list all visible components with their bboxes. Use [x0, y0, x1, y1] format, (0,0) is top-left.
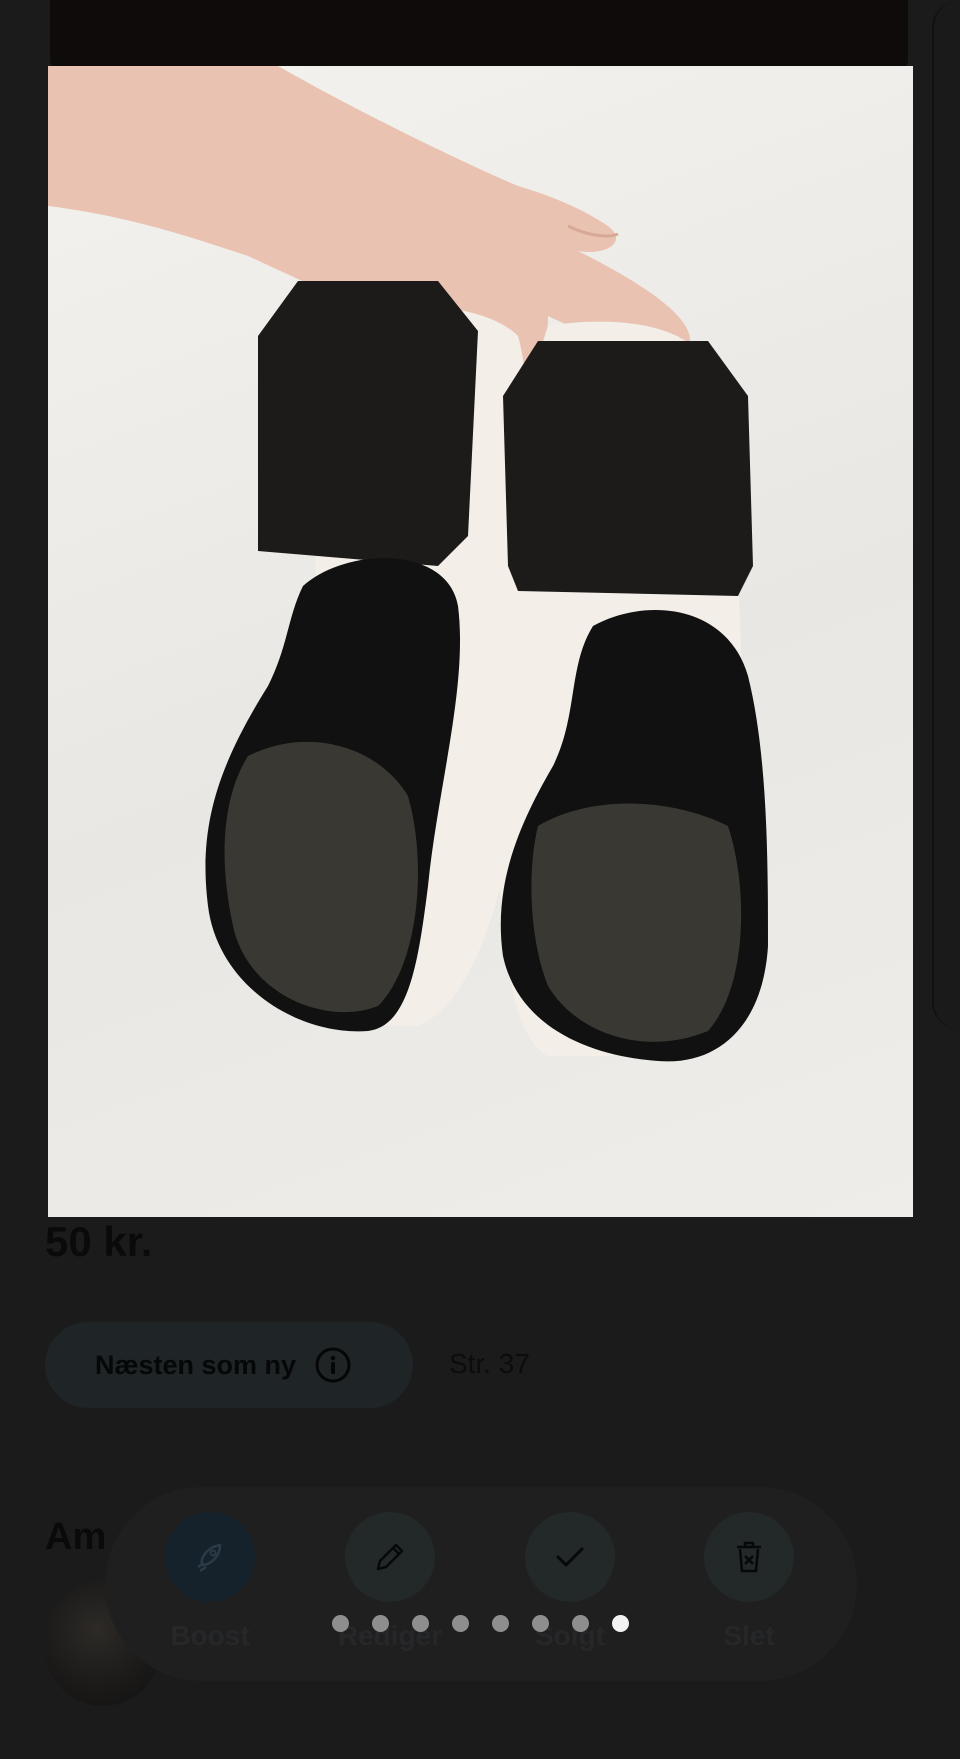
carousel-dot[interactable]: [492, 1615, 509, 1632]
condition-label: Næsten som ny: [95, 1349, 297, 1380]
carousel-dot[interactable]: [532, 1615, 549, 1632]
carousel-dot[interactable]: [372, 1615, 389, 1632]
carousel-dot[interactable]: [572, 1615, 589, 1632]
check-icon: [556, 1547, 584, 1567]
edit-button[interactable]: [345, 1512, 435, 1602]
carousel-indicator: [332, 1615, 629, 1632]
carousel-dot[interactable]: [452, 1615, 469, 1632]
info-icon[interactable]: [314, 1346, 352, 1384]
pencil-icon: [376, 1543, 404, 1571]
boost-button[interactable]: [165, 1512, 255, 1602]
price: 50 kr.: [45, 1218, 153, 1265]
delete-label: Slet: [723, 1620, 775, 1651]
trash-icon: [737, 1541, 761, 1573]
next-card-edge: [932, 0, 960, 1030]
size-label: Str. 37: [449, 1348, 530, 1379]
carousel-dot[interactable]: [412, 1615, 429, 1632]
delete-button[interactable]: [704, 1512, 794, 1602]
background-card: [50, 0, 908, 70]
boost-label: Boost: [170, 1620, 250, 1651]
product-photo[interactable]: [48, 66, 913, 1217]
rocket-icon: [197, 1543, 222, 1573]
seller-name: Am: [45, 1516, 107, 1558]
carousel-dot-active[interactable]: [612, 1615, 629, 1632]
carousel-dot[interactable]: [332, 1615, 349, 1632]
sold-button[interactable]: [525, 1512, 615, 1602]
condition-badge[interactable]: Næsten som ny: [45, 1322, 413, 1408]
